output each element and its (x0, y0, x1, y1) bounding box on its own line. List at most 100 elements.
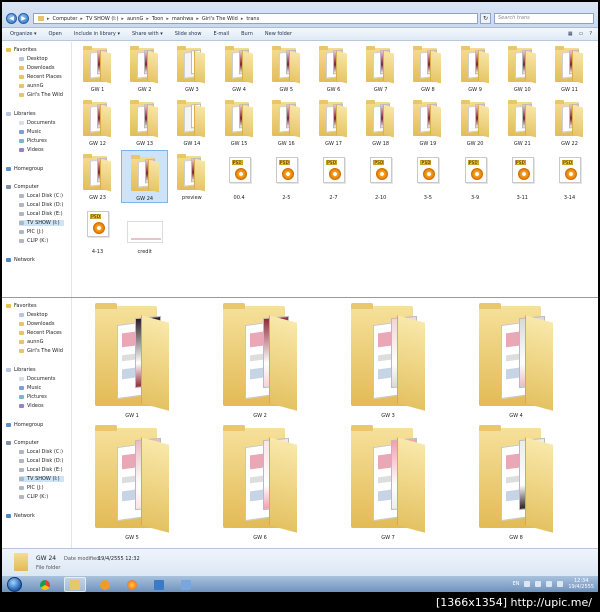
nav-libraries[interactable]: Libraries (6, 367, 36, 373)
file-item[interactable]: GW 10 (499, 42, 546, 95)
file-item[interactable]: PSD 3-14 (546, 150, 593, 203)
nav-videos[interactable]: Videos (19, 147, 44, 153)
folder-item-large[interactable]: GW 5 (77, 422, 187, 541)
breadcrumb-toon[interactable]: Toon (152, 16, 164, 22)
file-item[interactable]: GW 11 (546, 42, 593, 95)
network-icon[interactable] (546, 581, 553, 587)
breadcrumb-girls[interactable]: Girl's The Wild (202, 16, 238, 22)
file-item[interactable]: preview (168, 150, 215, 203)
slideshow-button[interactable]: Slide show (175, 31, 202, 37)
file-item[interactable]: PSD 00.4 (216, 150, 263, 203)
include-library-button[interactable]: Include in library ▾ (74, 31, 120, 37)
refresh-button[interactable]: ↻ (480, 13, 491, 24)
file-item[interactable]: GW 17 (310, 96, 357, 149)
file-item[interactable]: GW 20 (452, 96, 499, 149)
nav-favorites[interactable]: Favorites (6, 47, 37, 53)
file-item[interactable]: GW 18 (357, 96, 404, 149)
taskbar-explorer[interactable] (64, 577, 86, 592)
breadcrumb-trans[interactable]: trans (246, 16, 259, 22)
file-item[interactable]: GW 16 (263, 96, 310, 149)
preview-pane-icon[interactable]: ▭ (579, 31, 584, 37)
nav-downloads[interactable]: Downloads (19, 321, 54, 327)
file-item[interactable]: GW 12 (74, 96, 121, 149)
back-button[interactable]: ◀ (6, 13, 17, 24)
nav-disk-d[interactable]: Local Disk (D:) (19, 458, 63, 464)
nav-music[interactable]: Music (19, 385, 41, 391)
share-button[interactable]: Share with ▾ (132, 31, 163, 37)
file-item[interactable]: GW 3 (168, 42, 215, 95)
breadcrumb-tvshow[interactable]: TV SHOW (I:) (86, 16, 119, 22)
nav-disk-c[interactable]: Local Disk (C:) (19, 193, 63, 199)
nav-favorites[interactable]: Favorites (6, 303, 37, 309)
nav-pictures[interactable]: Pictures (19, 394, 47, 400)
file-item[interactable]: PSD 2-5 (263, 150, 310, 203)
nav-network[interactable]: Network (6, 513, 35, 519)
nav-aunng[interactable]: aunnG (19, 83, 43, 89)
nav-recent[interactable]: Recent Places (19, 330, 62, 336)
burn-button[interactable]: Burn (241, 31, 253, 37)
nav-girls[interactable]: Girl's The Wild (19, 92, 63, 98)
forward-button[interactable]: ▶ (18, 13, 29, 24)
file-item[interactable]: GW 23 (74, 150, 121, 203)
nav-girls[interactable]: Girl's The Wild (19, 348, 63, 354)
file-item[interactable]: GW 8 (404, 42, 451, 95)
nav-network[interactable]: Network (6, 257, 35, 263)
file-item[interactable]: GW 14 (168, 96, 215, 149)
nav-desktop[interactable]: Desktop (19, 312, 48, 318)
search-input[interactable]: Search trans (494, 13, 594, 24)
nav-disk-e[interactable]: Local Disk (E:) (19, 211, 63, 217)
folder-item-large[interactable]: GW 7 (333, 422, 443, 541)
nav-music[interactable]: Music (19, 129, 41, 135)
file-item[interactable]: GW 19 (404, 96, 451, 149)
nav-tvshow[interactable]: TV SHOW (I:) (19, 220, 64, 226)
file-item[interactable]: GW 22 (546, 96, 593, 149)
organize-button[interactable]: Organize ▾ (10, 31, 37, 37)
file-item[interactable]: GW 9 (452, 42, 499, 95)
file-item[interactable]: GW 13 (121, 96, 168, 149)
nav-downloads[interactable]: Downloads (19, 65, 54, 71)
folder-item-large[interactable]: GW 3 (333, 300, 443, 419)
file-item[interactable]: PSD 4-13 (74, 204, 121, 257)
nav-pic[interactable]: PIC (J:) (19, 485, 44, 491)
breadcrumb-aunng[interactable]: aunnG (127, 16, 143, 22)
folder-item-large[interactable]: GW 8 (461, 422, 571, 541)
file-item[interactable]: GW 24 (121, 150, 169, 203)
file-item[interactable]: PSD 3-5 (404, 150, 451, 203)
file-item[interactable]: PSD 2-10 (357, 150, 404, 203)
nav-libraries[interactable]: Libraries (6, 111, 36, 117)
file-item[interactable]: GW 5 (263, 42, 310, 95)
taskbar-media-player[interactable] (94, 577, 116, 592)
file-item[interactable]: PSD 2-7 (310, 150, 357, 203)
address-box[interactable]: ▸ Computer ▸ TV SHOW (I:) ▸ aunnG ▸ Toon… (33, 13, 478, 24)
view-options-icon[interactable]: ▦ (568, 31, 573, 37)
taskbar-chrome[interactable] (34, 577, 56, 592)
nav-homegroup[interactable]: Homegroup (6, 422, 43, 428)
nav-videos[interactable]: Videos (19, 403, 44, 409)
file-item[interactable]: GW 21 (499, 96, 546, 149)
file-item[interactable]: GW 1 (74, 42, 121, 95)
file-item[interactable]: PSD 3-11 (499, 150, 546, 203)
taskbar-app-doc[interactable] (175, 577, 197, 592)
nav-disk-e[interactable]: Local Disk (E:) (19, 467, 63, 473)
nav-pictures[interactable]: Pictures (19, 138, 47, 144)
nav-documents[interactable]: Documents (19, 120, 56, 126)
folder-item-large[interactable]: GW 6 (205, 422, 315, 541)
taskbar-firefox[interactable] (121, 577, 143, 592)
start-button[interactable] (7, 577, 22, 592)
flag-icon[interactable] (535, 581, 542, 587)
file-item[interactable]: GW 4 (216, 42, 263, 95)
help-icon[interactable]: ? (589, 31, 592, 37)
nav-tvshow[interactable]: TV SHOW (I:) (19, 476, 64, 482)
breadcrumb-manhwa[interactable]: manhwa (172, 16, 193, 22)
volume-icon[interactable] (557, 581, 564, 587)
open-button[interactable]: Open (49, 31, 62, 37)
clock[interactable]: 12:34 19/4/2555 (568, 578, 594, 590)
nav-disk-d[interactable]: Local Disk (D:) (19, 202, 63, 208)
nav-computer[interactable]: Computer (6, 184, 39, 190)
folder-item-large[interactable]: GW 4 (461, 300, 571, 419)
language-indicator[interactable]: EN (512, 581, 519, 587)
file-item[interactable]: GW 2 (121, 42, 168, 95)
new-folder-button[interactable]: New folder (265, 31, 292, 37)
nav-clip[interactable]: CLIP (K:) (19, 494, 48, 500)
breadcrumb-computer[interactable]: Computer (53, 16, 78, 22)
